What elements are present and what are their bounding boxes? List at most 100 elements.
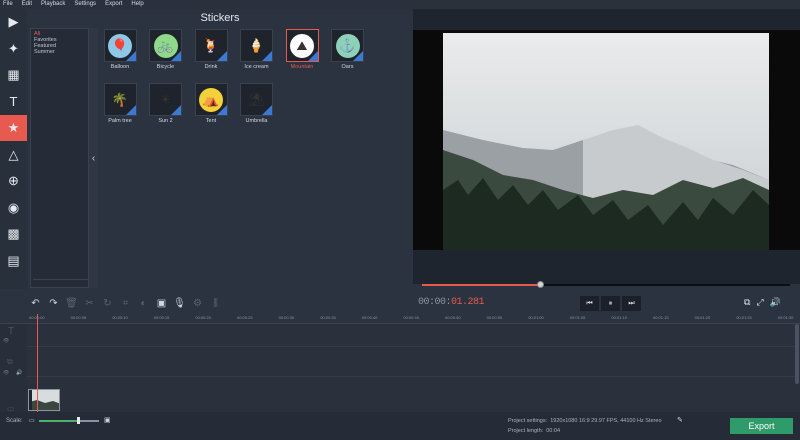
tool-stabilization[interactable]: ◉ — [0, 195, 27, 221]
tool-more-tools[interactable]: ▤ — [0, 248, 27, 274]
image-icon[interactable]: ▣ — [153, 296, 170, 311]
settings-icon[interactable]: ⚙ — [189, 296, 206, 311]
add-sticker-icon[interactable] — [171, 105, 181, 115]
video-preview — [413, 30, 800, 251]
audio-levels-icon[interactable]: ⫼ — [207, 296, 224, 311]
playback-scrubber[interactable] — [422, 281, 790, 288]
zoom-out-icon[interactable]: ▭ — [29, 417, 35, 424]
ruler-tick: 00:00:40 — [361, 315, 378, 320]
menu-item-file[interactable]: File — [3, 0, 13, 9]
volume-icon[interactable]: 🔊 — [770, 297, 781, 308]
timeline-tracks[interactable] — [0, 324, 800, 412]
sticker-item[interactable]: ⚓ Oars — [330, 29, 366, 70]
add-sticker-icon[interactable] — [171, 51, 181, 61]
menu-item-playback[interactable]: Playback — [41, 0, 65, 9]
category-list: All Favorites Featured Summer — [30, 28, 89, 288]
add-sticker-icon[interactable] — [307, 51, 318, 61]
tool-transitions[interactable]: △ — [0, 142, 27, 168]
eye-icon[interactable]: 👁 — [3, 338, 9, 344]
timeline-ruler[interactable]: 00:00:0000:00:0500:00:1000:00:1500:00:20… — [0, 314, 800, 324]
color-adjust-icon[interactable]: ◐ — [135, 296, 152, 311]
category-item[interactable]: Summer — [34, 49, 85, 55]
highlight-icon: ▩ — [7, 226, 20, 241]
ruler-tick: 00:01:05 — [569, 315, 586, 320]
sticker-item[interactable]: ☀ Sun 2 — [148, 83, 184, 124]
microphone-icon[interactable]: 🎙 — [171, 296, 188, 311]
scale-slider[interactable] — [39, 417, 99, 424]
chevron-left-icon: ‹ — [91, 152, 96, 164]
ruler-tick: 00:01:15 — [653, 315, 669, 320]
zoom-in-icon[interactable]: ▣ — [104, 416, 111, 424]
sticker-item[interactable]: ⛺ Tent — [193, 83, 229, 124]
ruler-tick: 00:00:15 — [153, 315, 170, 320]
tool-highlight[interactable]: ▩ — [0, 221, 27, 247]
add-sticker-icon[interactable] — [262, 105, 272, 115]
collapse-panel-button[interactable]: ‹ — [89, 28, 98, 288]
pause-button[interactable]: ⏸ — [601, 296, 620, 311]
magic-wand-icon: ✦ — [8, 40, 19, 56]
add-sticker-icon[interactable] — [125, 51, 136, 61]
next-frame-button[interactable]: ⏭ — [622, 296, 641, 311]
import-icon: ▶ — [8, 14, 19, 29]
previous-frame-button[interactable]: ⏮ — [580, 296, 599, 311]
ruler-tick: 00:01:30 — [777, 315, 794, 320]
preview-controls: ⧉ ⤢ 🔊 — [744, 297, 781, 308]
sticker-item[interactable]: ⛰ Mountain — [284, 29, 320, 70]
sticker-label: Palm tree — [108, 118, 132, 124]
add-sticker-icon[interactable] — [216, 51, 227, 61]
titles-icon: T — [9, 94, 18, 109]
tool-import[interactable]: ▶ — [0, 9, 27, 35]
playhead[interactable] — [37, 314, 38, 412]
scale-slider-handle[interactable] — [77, 417, 80, 424]
sticker-item[interactable]: 🎈 Balloon — [102, 29, 138, 70]
undo-icon[interactable]: ↶ — [27, 296, 44, 311]
sticker-label: Bicycle — [156, 64, 175, 70]
category-search[interactable] — [33, 279, 88, 287]
tool-stickers[interactable]: ★ — [0, 115, 27, 141]
ruler-tick: 00:00:45 — [403, 315, 419, 320]
sticker-thumbnail: 🍦 — [240, 29, 273, 62]
fullscreen-icon[interactable]: ⤢ — [756, 297, 763, 308]
menu-item-edit[interactable]: Edit — [22, 0, 32, 9]
sticker-item[interactable]: 🍦 Ice cream — [239, 29, 275, 70]
scrubber-handle[interactable] — [536, 281, 544, 288]
eye-icon[interactable]: 👁 — [3, 370, 9, 376]
scale-slider-fill — [39, 420, 78, 422]
scrubber-progress — [422, 284, 540, 286]
add-sticker-icon[interactable] — [125, 105, 136, 115]
popout-icon[interactable]: ⧉ — [744, 297, 750, 308]
timeline-scrollbar[interactable] — [795, 324, 799, 384]
tool-zoom[interactable]: ⊕ — [0, 168, 27, 194]
edit-icon[interactable]: ✎ — [677, 416, 683, 424]
tool-filters[interactable]: ▦ — [0, 62, 27, 88]
video-clip[interactable] — [28, 389, 60, 411]
tool-titles[interactable]: T — [0, 89, 27, 115]
sticker-thumbnail: ⛰ — [285, 29, 319, 62]
menu-item-help[interactable]: Help — [131, 0, 143, 9]
add-sticker-icon[interactable] — [262, 51, 272, 61]
menu-item-settings[interactable]: Settings — [74, 0, 96, 9]
speaker-icon[interactable]: 🔊 — [16, 370, 22, 376]
sticker-label: Sun 2 — [158, 118, 173, 124]
export-button[interactable]: Export — [730, 418, 793, 434]
add-sticker-icon[interactable] — [216, 105, 227, 115]
preview-image — [443, 33, 769, 251]
sticker-label: Balloon — [110, 64, 130, 70]
cut-icon[interactable]: ✂ — [81, 296, 98, 311]
menu-item-export[interactable]: Export — [105, 0, 122, 9]
sticker-label: Ice cream — [244, 64, 269, 70]
redo-icon[interactable]: ↷ — [45, 296, 62, 311]
ruler-tick: 00:00:20 — [195, 315, 211, 320]
sticker-thumbnail: ⚓ — [331, 29, 364, 62]
sticker-item[interactable]: 🚲 Bicycle — [148, 29, 184, 70]
tool-magic-wand[interactable]: ✦ — [0, 36, 27, 62]
ruler-tick: 00:00:05 — [70, 315, 87, 320]
sticker-item[interactable]: 🍹 Drink — [193, 29, 229, 70]
track-headers: T 👁 ⧉ 👁 🔊 ▭ — [0, 324, 27, 413]
sticker-item[interactable]: ⛱ Umbrella — [239, 83, 275, 124]
sticker-item[interactable]: 🌴 Palm tree — [102, 83, 138, 124]
delete-icon[interactable]: 🗑 — [63, 296, 80, 311]
rotate-icon[interactable]: ↻ — [99, 296, 116, 311]
add-sticker-icon[interactable] — [353, 51, 363, 61]
crop-icon[interactable]: ⌗ — [117, 296, 134, 311]
